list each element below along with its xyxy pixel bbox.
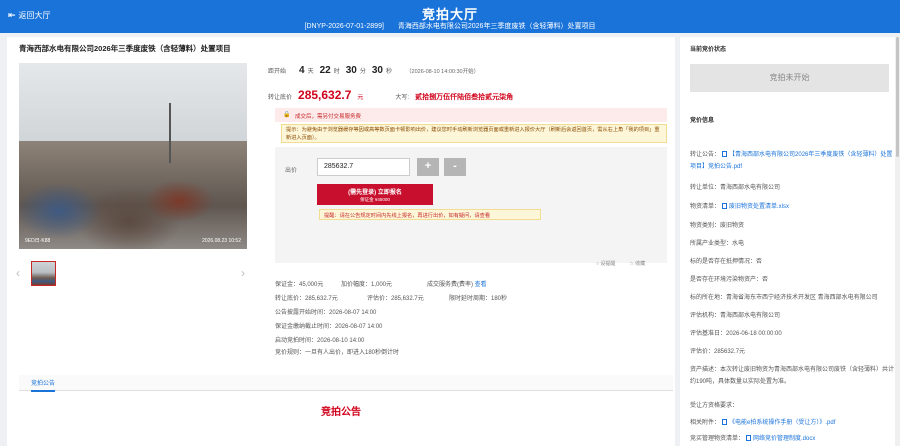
appraise-date-row: 评估基准日：2026-06-18 00:00:00 bbox=[690, 331, 782, 337]
refresh-notice: 提示：为避免由于浏览器缓存等因或高等数页面卡顿影响出价，建议您时手动刷新浏览器页… bbox=[281, 124, 667, 143]
signup-button[interactable]: (需先登录) 立即报名 保证金 ¥45000 bbox=[317, 184, 433, 205]
project-name: 青海西部水电有限公司2026年三季度废铁（含轻薄料）处置项目 bbox=[397, 23, 596, 30]
signup-button-label: (需先登录) 立即报名 bbox=[348, 190, 402, 196]
bid-label: 出价 bbox=[285, 168, 298, 174]
countdown-minutes: 30 bbox=[345, 65, 357, 76]
auction-status-button: 竞拍未开始 bbox=[690, 64, 889, 92]
location-row: 标的所在地：青海省海东市西宁经济技术开发区 青海西部水电有限公司 bbox=[690, 295, 878, 301]
bid-box: 出价 285632.7 + - (需先登录) 立即报名 保证金 ¥45000 提… bbox=[275, 147, 667, 263]
countdown-minutes-unit: 分 bbox=[359, 69, 366, 75]
tab-bar: 竞拍公告 bbox=[19, 375, 673, 392]
pollution-row: 是否存在环境污染物资产：否 bbox=[690, 277, 769, 283]
signup-button-deposit: 保证金 ¥45000 bbox=[360, 197, 390, 202]
next-photo-icon[interactable]: › bbox=[241, 266, 245, 280]
photo-scrap-pile bbox=[19, 141, 247, 249]
price-caps-label: 大写: bbox=[395, 95, 410, 101]
material-list-row: 物资清单： 废旧物资处置清单.xlsx bbox=[690, 201, 896, 213]
announcement-row: 转让公告： 【青海西部水电有限公司2026年三季度废铁（含轻薄料）处置项目】竞拍公… bbox=[690, 149, 896, 173]
prev-photo-icon[interactable]: ‹ bbox=[16, 266, 20, 280]
reserve-price-row: 转让底价 285,632.7 元 大写: 贰拾捌万伍仟陆佰叁拾贰元柒角 bbox=[268, 88, 513, 102]
fee-warning-text: 成交后，需另付交易服务费 bbox=[295, 114, 362, 120]
attachment-link[interactable]: 《电能e拍系统操作手册（受让方）》.pdf bbox=[729, 420, 835, 426]
countdown-seconds: 30 bbox=[371, 65, 383, 76]
description-row: 资产描述：本次转让废旧物资为青海西部水电有限公司废铁（含轻薄料）共计约190吨，… bbox=[690, 367, 895, 385]
attachment-label: 相关附件： bbox=[690, 420, 721, 426]
countdown-hours: 22 bbox=[319, 65, 331, 76]
page-subtitle: [DNYP-2026-07-01-2899] 青海西部水电有限公司2026年三季… bbox=[0, 21, 900, 31]
increment-info: 加价幅度：1,000元 bbox=[341, 282, 393, 288]
remind-link[interactable]: ○ 设提醒 bbox=[596, 260, 615, 267]
qualification-row: 受让方资格要求： bbox=[690, 403, 739, 409]
main-panel: 青海西部水电有限公司2026年三季度废铁（含轻薄料）处置项目 9ED日·K88 … bbox=[7, 37, 675, 446]
countdown-start-note: （2026-08-10 14:00:30开始） bbox=[406, 69, 480, 75]
deposit-info: 保证金：45,000元 bbox=[275, 282, 324, 288]
material-list-label: 物资清单： bbox=[690, 204, 721, 210]
deposit-deadline: 保证金缴纳截止时间：2026-08-07 14:00 bbox=[275, 324, 383, 330]
action-links: ○ 设提醒 ☆ 收藏 bbox=[596, 260, 645, 267]
status-heading: 当前竞价状态 bbox=[690, 47, 727, 53]
bid-amount-input[interactable]: 285632.7 bbox=[317, 158, 410, 176]
appraise-info: 评估价：285,632.7元 bbox=[367, 296, 424, 302]
category-row: 物资类别：废旧物资 bbox=[690, 223, 745, 229]
material-list-link[interactable]: 废旧物资处置清单.xlsx bbox=[729, 204, 789, 210]
file-icon bbox=[722, 419, 728, 426]
photo-thumbnail[interactable] bbox=[31, 261, 56, 286]
pledge-row: 标的是否存在抵押情况：否 bbox=[690, 259, 763, 265]
increase-bid-button[interactable]: + bbox=[417, 158, 439, 176]
announcement-label: 转让公告： bbox=[690, 152, 721, 158]
tab-auction-notice[interactable]: 竞拍公告 bbox=[31, 378, 56, 392]
management-list-row: 竞买管理物资清单： 网络竞价管理制度.docx bbox=[690, 433, 896, 445]
scrollbar-thumb[interactable] bbox=[896, 37, 899, 157]
reserve-price-label: 转让底价 bbox=[268, 95, 293, 101]
favorite-link[interactable]: ☆ 收藏 bbox=[629, 260, 645, 267]
countdown-days: 4 bbox=[299, 65, 305, 76]
reserve-price-unit: 元 bbox=[357, 95, 364, 101]
file-icon bbox=[746, 435, 752, 442]
countdown-seconds-unit: 秒 bbox=[386, 69, 393, 75]
reserve-info: 转让底价：285,632.7元 bbox=[275, 296, 338, 302]
industry-row: 所属产业类型：水电 bbox=[690, 241, 745, 247]
countdown-days-unit: 天 bbox=[307, 69, 314, 75]
fee-info: 成交服务费(费率) 查看 bbox=[427, 279, 487, 288]
notice-section-title: 竞拍公告 bbox=[321, 407, 361, 418]
publish-time: 公告披露开始时间：2026-08-07 14:00 bbox=[275, 310, 377, 316]
sidebar-scrollbar[interactable] bbox=[895, 37, 900, 446]
file-icon bbox=[722, 203, 728, 210]
lock-icon: 🔒 bbox=[283, 112, 291, 118]
countdown: 距开始 4 天 22 时 30 分 30 秒 （2026-08-10 14:00… bbox=[268, 65, 479, 76]
seller-row: 转让单位：青海西部水电有限公司 bbox=[690, 185, 781, 191]
reserve-price-value: 285,632.7 bbox=[298, 88, 352, 102]
price-caps-value: 贰拾捌万伍仟陆佰叁拾贰元柒角 bbox=[415, 94, 514, 101]
photo-pole bbox=[169, 103, 171, 163]
status-sidebar: 当前竞价状态 竞拍未开始 竞价信息 转让公告： 【青海西部水电有限公司2026年三… bbox=[680, 37, 900, 446]
fee-label: 成交服务费(费率) bbox=[427, 282, 473, 288]
countdown-label: 距开始 bbox=[268, 69, 287, 75]
appraise-value-row: 评估价：285632.7元 bbox=[690, 349, 746, 355]
file-icon bbox=[722, 151, 728, 158]
auction-start-time: 启动竞拍时间：2026-08-10 14:00 bbox=[275, 338, 365, 344]
bidding-rule: 竞价规则：一旦有人出价，即进入180秒倒计时 bbox=[275, 350, 400, 356]
decrease-bid-button[interactable]: - bbox=[444, 158, 466, 176]
project-code: [DNYP-2026-07-01-2899] bbox=[304, 23, 384, 30]
countdown-hours-unit: 时 bbox=[333, 69, 340, 75]
management-list-label: 竞买管理物资清单： bbox=[690, 436, 745, 442]
fee-link[interactable]: 查看 bbox=[475, 282, 487, 288]
photo-stamp-left: 9ED日·K88 bbox=[25, 238, 51, 244]
delay-info: 限时延时周期：180秒 bbox=[449, 296, 508, 302]
bid-info-heading: 竞价信息 bbox=[690, 118, 715, 124]
announcement-link[interactable]: 【青海西部水电有限公司2026年三季度废铁（含轻薄料）处置项目】竞拍公告.pdf bbox=[690, 152, 892, 170]
management-list-link[interactable]: 网络竞价管理制度.docx bbox=[753, 436, 815, 442]
project-photo[interactable]: 9ED日·K88 2026.08.23 10:52 bbox=[19, 63, 247, 249]
project-title: 青海西部水电有限公司2026年三季度废铁（含轻薄料）处置项目 bbox=[19, 44, 231, 53]
photo-sky bbox=[19, 63, 247, 153]
photo-stamp-right: 2026.08.23 10:52 bbox=[202, 238, 241, 244]
attachment-row: 相关附件： 《电能e拍系统操作手册（受让方）》.pdf bbox=[690, 417, 896, 429]
appraiser-row: 评估机构：青海西部水电有限公司 bbox=[690, 313, 781, 319]
signup-hint: 提醒：请在公告规定时间内先线上报名，再进行出价，如有疑问，请查看 bbox=[319, 209, 541, 220]
fee-warning: 🔒 成交后，需另付交易服务费 bbox=[275, 108, 667, 122]
top-bar: ⇤ 返回大厅 竞拍大厅 [DNYP-2026-07-01-2899] 青海西部水… bbox=[0, 0, 900, 33]
